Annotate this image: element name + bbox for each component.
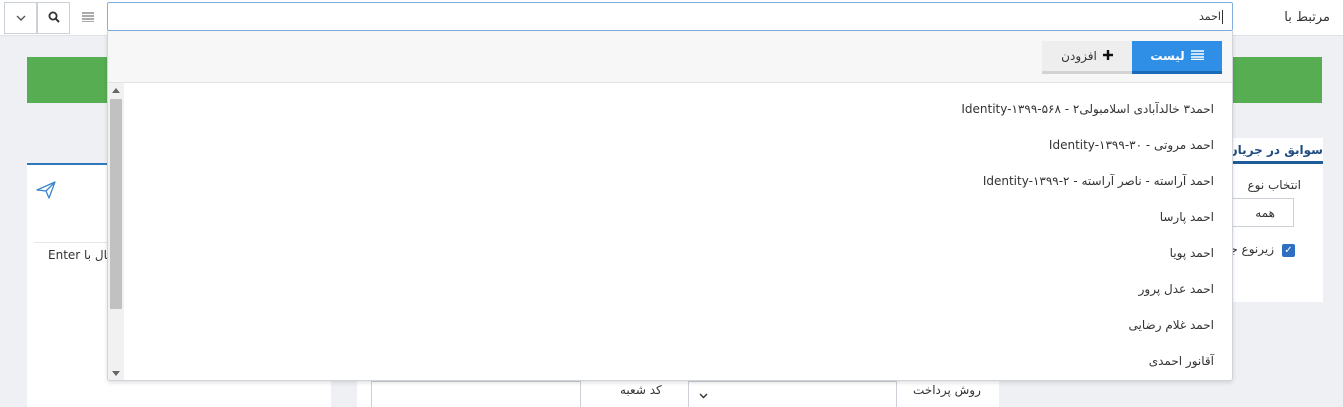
subtype-checkbox[interactable]: ✓ bbox=[1282, 244, 1295, 257]
list-icon bbox=[1190, 49, 1204, 63]
menu-icon bbox=[81, 11, 94, 25]
payment-method-label: روش پرداخت bbox=[913, 383, 981, 397]
branch-code-label: کد شعبه bbox=[620, 383, 662, 397]
search-button[interactable] bbox=[37, 2, 70, 34]
list-item[interactable]: احمد آراسته - ناصر آراسته - Identity-۱۳۹… bbox=[983, 168, 1214, 194]
chevron-down-icon bbox=[699, 388, 708, 402]
scroll-down-arrow-icon[interactable] bbox=[112, 371, 120, 376]
send-icon[interactable] bbox=[36, 181, 56, 202]
results-list: احمد۳ خالدآبادی اسلامبولی۲ - Identity-۱۳… bbox=[124, 83, 1232, 380]
scroll-thumb[interactable] bbox=[110, 99, 122, 309]
chevron-down-icon bbox=[16, 11, 26, 25]
list-item[interactable]: احمد مروتی - Identity-۱۳۹۹-۳۰ bbox=[1049, 132, 1214, 158]
search-input-value: احمد bbox=[1199, 10, 1221, 23]
payment-method-select[interactable] bbox=[688, 381, 897, 407]
expand-button[interactable] bbox=[4, 2, 37, 34]
list-item[interactable]: آقانور احمدی bbox=[1149, 348, 1214, 374]
list-item[interactable]: احمد پویا bbox=[1170, 240, 1214, 266]
search-input[interactable]: احمد bbox=[107, 2, 1233, 31]
text-caret bbox=[1222, 10, 1223, 24]
plus-icon bbox=[1102, 49, 1113, 63]
type-select[interactable]: همه bbox=[1231, 198, 1294, 227]
list-item[interactable]: احمد غلام رضایی bbox=[1129, 312, 1214, 338]
tab-add[interactable]: افزودن bbox=[1042, 41, 1132, 74]
tab-add-label: افزودن bbox=[1061, 49, 1097, 63]
branch-code-input[interactable] bbox=[371, 381, 581, 407]
tab-history-in-progress[interactable]: سوابق در جریان bbox=[1231, 138, 1323, 164]
tab-list[interactable]: لیست bbox=[1132, 41, 1222, 74]
scroll-up-arrow-icon[interactable] bbox=[112, 88, 120, 93]
list-item[interactable]: احمد پارسا bbox=[1160, 204, 1214, 230]
scrollbar[interactable] bbox=[108, 83, 124, 380]
related-label: مرتبط با bbox=[1284, 10, 1330, 25]
tab-list-label: لیست bbox=[1150, 49, 1185, 63]
subtype-label: زیرنوع جا bbox=[1226, 242, 1274, 256]
type-select-label: انتخاب نوع bbox=[1247, 178, 1301, 192]
search-icon bbox=[48, 11, 60, 26]
dropdown-header: افزودن لیست bbox=[108, 31, 1232, 83]
list-menu-button[interactable] bbox=[71, 2, 104, 34]
search-results-dropdown: افزودن لیست احمد۳ خالدآبادی اسلامبولی۲ -… bbox=[107, 31, 1233, 381]
list-item[interactable]: احمد۳ خالدآبادی اسلامبولی۲ - Identity-۱۳… bbox=[961, 96, 1214, 122]
list-item[interactable]: احمد عدل پرور bbox=[1139, 276, 1214, 302]
history-panel: سوابق در جریان انتخاب نوع همه ✓ زیرنوع ج… bbox=[1227, 138, 1323, 302]
